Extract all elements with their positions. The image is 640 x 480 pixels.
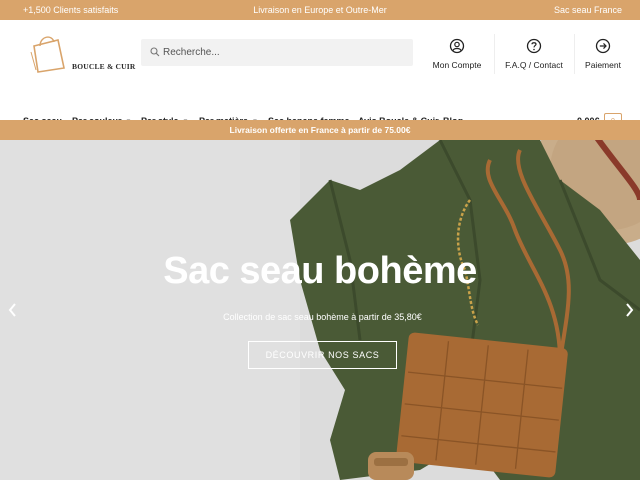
- hero-subtitle: Collection de sac seau bohème à partir d…: [223, 312, 422, 322]
- payment-link[interactable]: Paiement: [580, 38, 626, 88]
- bag-logo-icon: [30, 36, 65, 73]
- chevron-right-icon[interactable]: [622, 302, 636, 318]
- arrow-right-circle-icon: [595, 38, 611, 54]
- site-logo[interactable]: BOUCLE & CUIR: [28, 30, 135, 74]
- hero-background-image: [0, 140, 640, 480]
- faq-contact-link[interactable]: F.A.Q / Contact: [502, 38, 566, 88]
- header-divider: [494, 34, 495, 74]
- account-label: Mon Compte: [432, 60, 482, 70]
- account-link[interactable]: Mon Compte: [428, 38, 486, 88]
- logo-text: BOUCLE & CUIR: [72, 62, 136, 71]
- hero-title: Sac seau bohème: [163, 250, 477, 292]
- chevron-left-icon[interactable]: [6, 302, 20, 318]
- discover-bags-button[interactable]: DÉCOUVRIR NOS SACS: [248, 341, 397, 369]
- search-icon[interactable]: [150, 47, 160, 57]
- question-circle-icon: [526, 38, 542, 54]
- topbar-customers-text: +1,500 Clients satisfaits: [23, 5, 119, 15]
- header-divider: [574, 34, 575, 74]
- user-circle-icon: [449, 38, 465, 54]
- top-announcement-bar: Livraison en Europe et Outre-Mer +1,500 …: [0, 0, 640, 20]
- topbar-brand-text: Sac seau France: [553, 5, 622, 15]
- faq-label: F.A.Q / Contact: [505, 60, 563, 70]
- hero-slider: Sac seau bohème Collection de sac seau b…: [0, 140, 640, 480]
- search-input[interactable]: [163, 39, 403, 66]
- search-bar: [141, 39, 413, 66]
- payment-label: Paiement: [585, 60, 621, 70]
- free-shipping-banner: Livraison offerte en France à partir de …: [0, 120, 640, 140]
- site-header: BOUCLE & CUIR Mon Compte F.A.Q / Contact: [0, 20, 640, 130]
